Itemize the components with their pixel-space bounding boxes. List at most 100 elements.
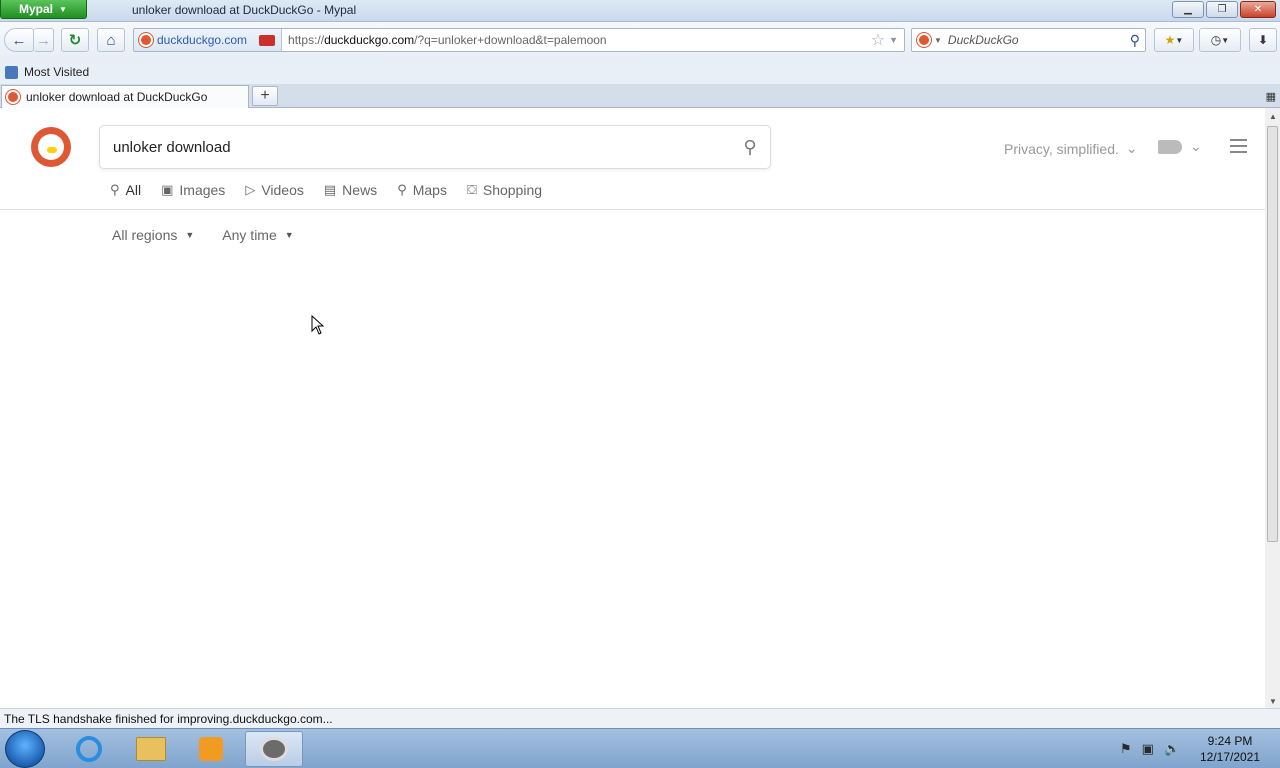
search-placeholder: DuckDuckGo <box>947 33 1019 47</box>
announcements-button[interactable]: ⌄ <box>1158 138 1202 155</box>
map-pin-icon: ⚲ <box>397 182 407 197</box>
chevron-down-icon: ▼ <box>1221 35 1230 45</box>
tab-label: News <box>342 182 378 198</box>
vertical-scrollbar[interactable]: ▲ ▼ <box>1265 108 1280 708</box>
header-divider <box>0 209 1265 210</box>
play-icon: ▷ <box>245 182 256 197</box>
site-identity-button[interactable]: duckduckgo.com <box>134 29 283 51</box>
media-player-icon[interactable] <box>182 731 240 767</box>
scroll-up-icon[interactable]: ▲ <box>1269 112 1277 121</box>
downloads-button[interactable]: ⬇ <box>1249 28 1277 52</box>
status-bar: The TLS handshake finished for improving… <box>0 708 1280 728</box>
start-button[interactable] <box>5 730 45 768</box>
tab-label: Videos <box>261 182 304 198</box>
chevron-down-icon: ⌄ <box>1190 138 1202 154</box>
network-icon[interactable]: ▣ <box>1142 741 1154 757</box>
bookmark-star-icon[interactable]: ☆ <box>871 30 885 50</box>
taskbar: ⚑ ▣ 🔈 9:24 PM 12/17/2021 <box>0 728 1280 768</box>
privacy-label: Privacy, simplified. <box>1004 140 1119 157</box>
home-button[interactable]: ⌂ <box>97 28 125 52</box>
scroll-down-icon[interactable]: ▼ <box>1269 697 1277 706</box>
news-icon: ▤ <box>323 182 337 197</box>
time-filter[interactable]: Any time ▼ <box>222 227 293 243</box>
tab-label: Maps <box>412 182 447 198</box>
back-button[interactable]: ← <box>4 28 34 52</box>
caret-down-icon: ▼ <box>185 230 195 240</box>
status-text: The TLS handshake finished for improving… <box>4 711 333 726</box>
flag-icon[interactable]: ⚑ <box>1120 741 1132 757</box>
bookmarks-star-icon: ★ <box>1164 33 1176 47</box>
tab-videos[interactable]: ▷ Videos <box>245 182 304 198</box>
list-all-tabs-icon[interactable]: ▦ <box>1266 90 1276 103</box>
chevron-down-icon: ▼ <box>1175 35 1184 45</box>
chevron-down-icon: ⌄ <box>1125 140 1138 156</box>
url-text[interactable]: https://duckduckgo.com/?q=unloker+downlo… <box>282 33 871 47</box>
clock-icon: ◷ <box>1210 33 1222 47</box>
navigation-toolbar: ← → ↻ ⌂ duckduckgo.com https://duckduckg… <box>0 22 1280 60</box>
close-button[interactable]: ✕ <box>1240 1 1276 18</box>
bookmark-most-visited[interactable]: Most Visited <box>0 65 89 79</box>
search-icon: ⚲ <box>110 182 120 197</box>
volume-icon[interactable]: 🔈 <box>1164 741 1180 757</box>
duckduckgo-favicon-icon <box>139 33 153 47</box>
internet-explorer-icon[interactable] <box>60 731 118 767</box>
image-icon: ▣ <box>161 182 174 197</box>
search-engine-selector[interactable]: ▼ <box>912 33 948 47</box>
tab-label: All <box>125 182 142 198</box>
app-menu-button[interactable]: Mypal ▼ <box>0 0 87 19</box>
megaphone-icon <box>1158 139 1182 154</box>
reload-button[interactable]: ↻ <box>61 28 89 52</box>
region-filter[interactable]: All regions ▼ <box>112 227 194 243</box>
bookmark-folder-icon <box>5 65 18 79</box>
restore-button[interactable]: ❐ <box>1206 1 1238 18</box>
window-title: unloker download at DuckDuckGo - Mypal <box>132 3 357 17</box>
file-explorer-icon[interactable] <box>122 731 180 767</box>
identity-host: duckduckgo.com <box>157 33 248 47</box>
title-bar: Mypal ▼ unloker download at DuckDuckGo -… <box>0 0 1280 22</box>
minimize-button[interactable]: ▁ <box>1172 1 1204 18</box>
lock-icon <box>259 34 276 46</box>
url-dropdown-icon[interactable]: ▼ <box>889 35 898 45</box>
tab-active[interactable]: unloker download at DuckDuckGo <box>1 85 249 108</box>
privacy-dropdown[interactable]: Privacy, simplified. ⌄ <box>1004 140 1138 157</box>
search-form: ⚲ <box>99 125 771 169</box>
tab-shopping[interactable]: ⛋ Shopping <box>467 182 542 198</box>
window-controls: ▁ ❐ ✕ <box>1172 1 1276 18</box>
app-menu-label: Mypal <box>19 2 54 16</box>
duck-face-icon <box>38 134 64 160</box>
duckduckgo-favicon-icon <box>6 90 20 104</box>
history-button[interactable]: ◷ ▼ <box>1199 28 1241 52</box>
mypal-browser-task-icon[interactable] <box>245 731 303 767</box>
search-go-icon[interactable]: ⚲ <box>1130 32 1140 49</box>
search-filters: All regions ▼ Any time ▼ <box>112 227 294 243</box>
search-input[interactable] <box>111 137 730 157</box>
tab-images[interactable]: ▣ Images <box>161 182 225 198</box>
duckduckgo-logo[interactable] <box>31 127 71 167</box>
scroll-thumb[interactable] <box>1267 126 1278 542</box>
plus-icon: + <box>260 87 270 104</box>
url-scheme: https:// <box>288 33 325 47</box>
new-tab-button[interactable]: + <box>252 86 278 106</box>
chevron-down-icon: ▼ <box>934 35 942 45</box>
tab-news[interactable]: ▤ News <box>324 182 377 198</box>
system-clock[interactable]: 9:24 PM 12/17/2021 <box>1198 733 1262 765</box>
tab-label: unloker download at DuckDuckGo <box>26 90 208 104</box>
system-tray: ⚑ ▣ 🔈 <box>1120 741 1180 757</box>
clock-date: 12/17/2021 <box>1199 750 1261 764</box>
filter-label: Any time <box>222 227 277 243</box>
forward-button[interactable]: → <box>34 28 54 52</box>
arrow-left-icon: ← <box>11 31 27 49</box>
bookmarks-toolbar: Most Visited <box>0 60 1280 84</box>
tab-label: Shopping <box>482 182 543 198</box>
bookmarks-menu-button[interactable]: ★ ▼ <box>1154 28 1194 52</box>
search-bar[interactable]: ▼ DuckDuckGo ⚲ <box>911 28 1146 52</box>
bag-icon: ⛋ <box>466 182 477 197</box>
hamburger-menu-icon[interactable] <box>1230 139 1247 157</box>
download-arrow-icon: ⬇ <box>1257 33 1269 47</box>
address-bar[interactable]: duckduckgo.com https://duckduckgo.com/?q… <box>133 28 905 52</box>
mouse-cursor-icon <box>311 315 325 335</box>
tab-all[interactable]: ⚲ All <box>110 182 141 198</box>
tab-maps[interactable]: ⚲ Maps <box>397 182 447 198</box>
search-icon[interactable]: ⚲ <box>730 137 770 158</box>
tab-label: Images <box>179 182 226 198</box>
